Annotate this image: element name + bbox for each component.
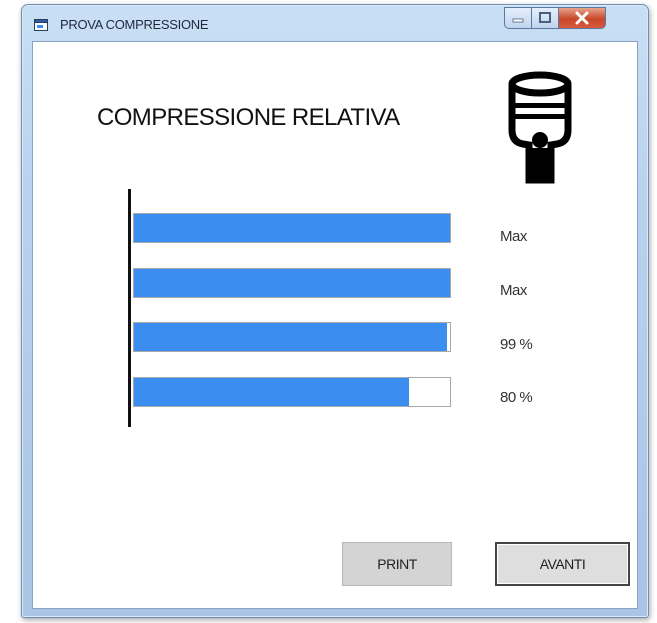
minimize-button[interactable] <box>504 7 532 29</box>
compression-bar-3 <box>133 322 451 352</box>
bar-fill <box>134 323 447 351</box>
compression-bar-1 <box>133 213 451 243</box>
maximize-button[interactable] <box>531 7 559 29</box>
next-button[interactable]: AVANTI <box>495 542 630 586</box>
window-title: PROVA COMPRESSIONE <box>60 17 209 32</box>
bar-fill <box>134 269 450 297</box>
title-bar[interactable]: PROVA COMPRESSIONE <box>22 5 648 41</box>
maximize-icon <box>539 12 551 23</box>
bar-fill <box>134 214 450 242</box>
bar-3-value: 99 % <box>500 336 533 353</box>
print-button[interactable]: PRINT <box>342 542 452 586</box>
page-title: COMPRESSIONE RELATIVA <box>97 104 400 131</box>
close-icon <box>575 11 589 25</box>
bar-fill <box>134 378 409 406</box>
app-window-icon <box>34 19 48 31</box>
piston-icon <box>508 71 572 184</box>
compression-bar-4 <box>133 377 451 407</box>
close-button[interactable] <box>558 7 606 29</box>
bar-2-value: Max <box>500 282 527 299</box>
minimize-icon <box>512 18 524 23</box>
bar-4-value: 80 % <box>500 389 533 406</box>
compression-bar-2 <box>133 268 451 298</box>
chart-axis <box>128 189 131 427</box>
bar-1-value: Max <box>500 228 527 245</box>
